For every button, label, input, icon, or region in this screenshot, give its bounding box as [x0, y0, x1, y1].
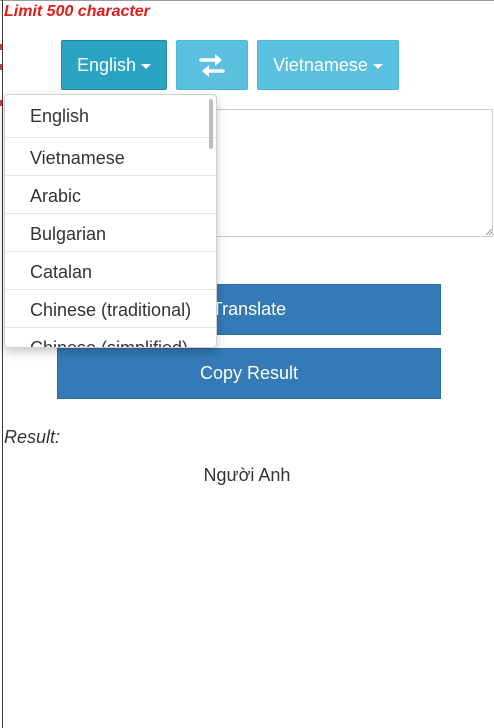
language-dropdown-menu[interactable]: English Vietnamese Arabic Bulgarian Cata… — [4, 94, 217, 348]
language-list: English Vietnamese Arabic Bulgarian Cata… — [5, 95, 216, 347]
target-language-button[interactable]: Vietnamese — [257, 40, 399, 90]
language-option-english[interactable]: English — [5, 95, 216, 138]
caret-down-icon — [372, 63, 383, 69]
top-border — [0, 0, 494, 1]
copy-result-button[interactable]: Copy Result — [57, 348, 441, 399]
edge-mark — [0, 100, 2, 106]
source-language-label: English — [76, 54, 137, 75]
edge-mark — [0, 64, 2, 70]
result-label: Result: — [4, 427, 61, 447]
target-language-label: Vietnamese — [273, 54, 368, 75]
source-language-button[interactable]: English — [61, 40, 167, 90]
edge-mark — [0, 44, 2, 50]
language-option-vietnamese[interactable]: Vietnamese — [5, 138, 216, 176]
left-border — [2, 0, 3, 728]
language-option-chinese-simplified[interactable]: Chinese (simplified) — [5, 328, 216, 347]
language-option-catalan[interactable]: Catalan — [5, 252, 216, 290]
swap-languages-button[interactable] — [176, 40, 248, 90]
caret-down-icon — [141, 63, 152, 69]
resize-handle-icon[interactable] — [486, 229, 492, 235]
source-text-input[interactable] — [200, 109, 493, 237]
language-option-chinese-traditional[interactable]: Chinese (traditional) — [5, 290, 216, 328]
character-limit-note: Limit 500 character — [4, 3, 150, 20]
swap-arrows-icon — [199, 54, 225, 77]
dropdown-scrollbar[interactable] — [209, 99, 213, 149]
language-option-bulgarian[interactable]: Bulgarian — [5, 214, 216, 252]
language-option-arabic[interactable]: Arabic — [5, 176, 216, 214]
result-text: Người Anh — [203, 465, 291, 485]
